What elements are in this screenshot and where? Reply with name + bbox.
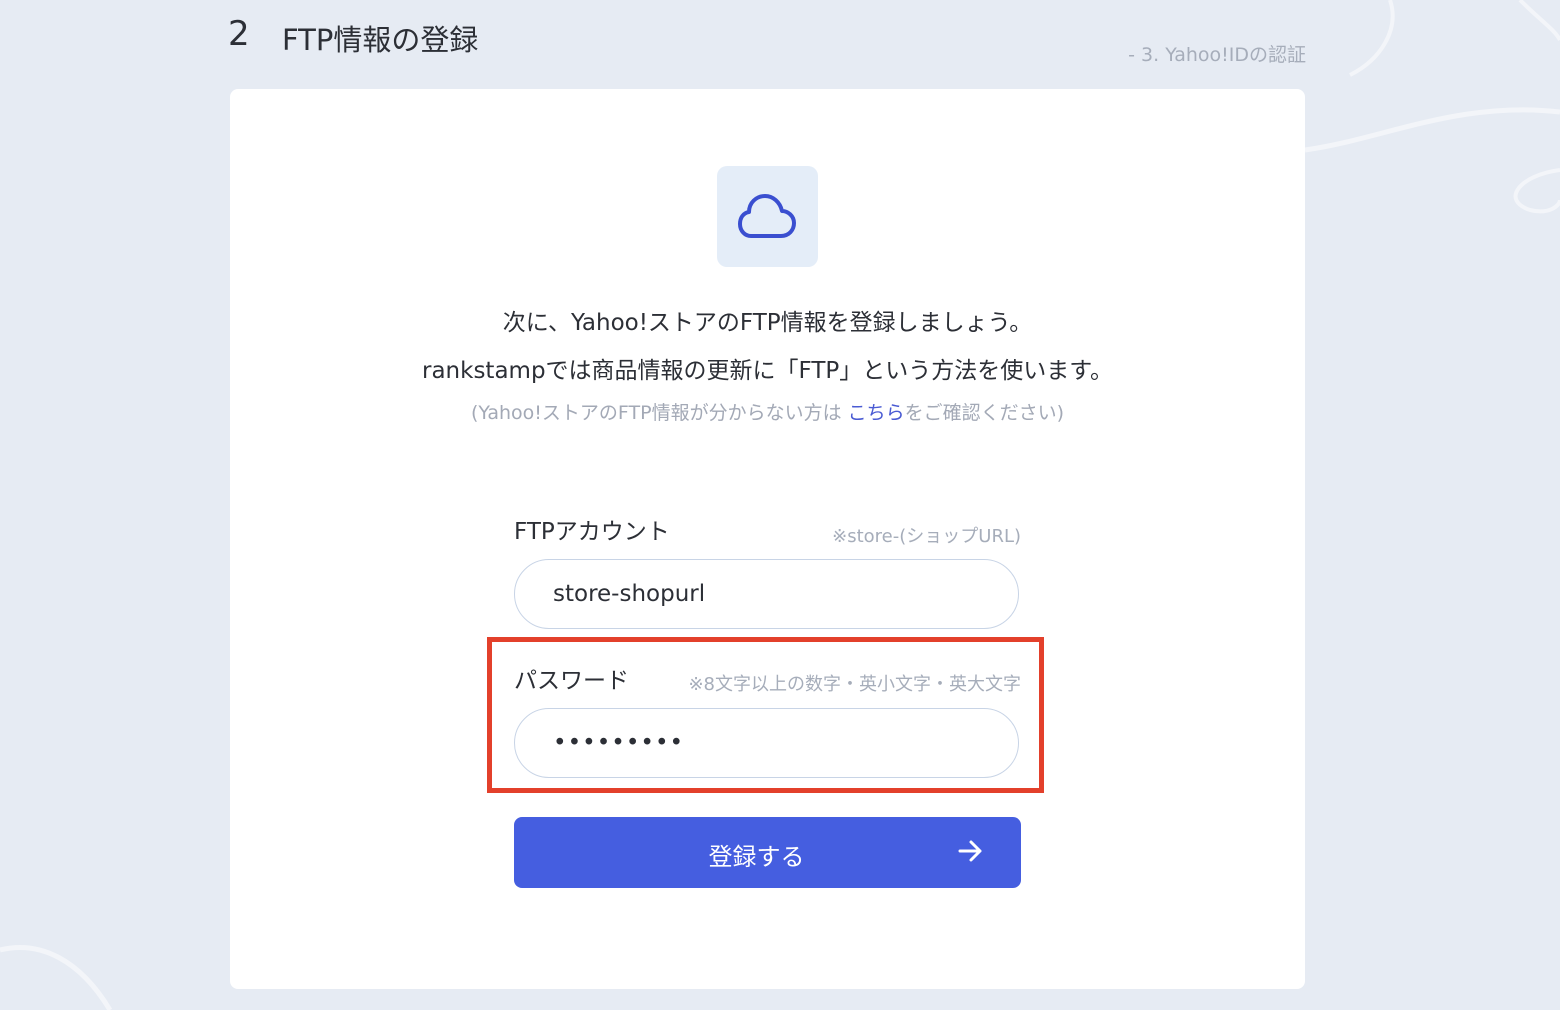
ftp-account-hint: ※store-(ショップURL): [832, 526, 1021, 547]
register-button-label: 登録する: [708, 844, 805, 871]
next-step-link[interactable]: - 3. Yahoo!IDの認証: [1128, 40, 1306, 67]
ftp-form-card: 次に、Yahoo!ストアのFTP情報を登録しましょう。 rankstampでは商…: [230, 89, 1305, 989]
step-number: 2: [228, 14, 250, 54]
cloud-icon-tile: [717, 166, 818, 267]
cloud-icon: [738, 194, 796, 238]
help-text: (Yahoo!ストアのFTP情報が分からない方は こちらをご確認ください): [230, 398, 1305, 425]
arrow-right-icon: [958, 840, 982, 862]
password-highlight-box: [487, 637, 1044, 793]
ftp-account-label: FTPアカウント: [514, 519, 670, 545]
register-button[interactable]: 登録する: [514, 817, 1021, 888]
page-title: FTP情報の登録: [282, 23, 479, 57]
help-text-before: (Yahoo!ストアのFTP情報が分からない方は: [470, 402, 848, 424]
help-link[interactable]: こちら: [848, 402, 905, 424]
intro-text-2: rankstampでは商品情報の更新に「FTP」という方法を使います。: [422, 358, 1113, 384]
ftp-account-input[interactable]: [514, 559, 1019, 629]
intro-text-1: 次に、Yahoo!ストアのFTP情報を登録しましょう。: [502, 310, 1033, 336]
help-text-after: をご確認ください): [904, 402, 1065, 424]
